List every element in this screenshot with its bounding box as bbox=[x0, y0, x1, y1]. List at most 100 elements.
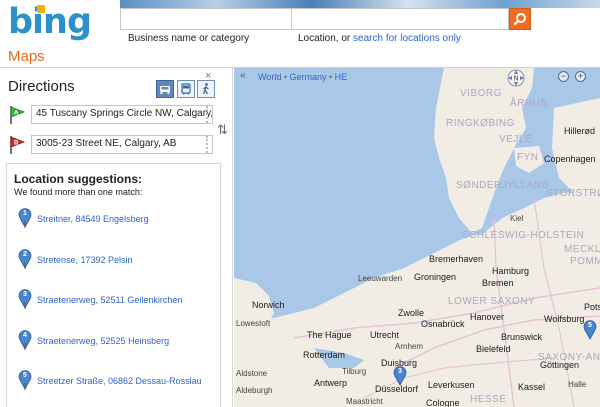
compass-label: N bbox=[514, 76, 519, 83]
suggestion-number: 3 bbox=[23, 291, 27, 298]
zoom-in-button[interactable]: + bbox=[575, 71, 586, 82]
city-label: Hillerød bbox=[564, 126, 596, 136]
start-flag-icon: A bbox=[10, 106, 26, 124]
city-label: Brunswick bbox=[501, 332, 543, 342]
suggestion-link[interactable]: Streetzer Straße, 06862 Dessau-Rosslau bbox=[37, 376, 202, 386]
directions-title: Directions bbox=[8, 78, 75, 95]
location-search-hint: Location, or search for locations only bbox=[298, 33, 461, 44]
walk-icon bbox=[202, 83, 209, 95]
city-label: Zwolle bbox=[398, 308, 425, 318]
search-button[interactable] bbox=[509, 8, 531, 30]
city-label: Rotterdam bbox=[303, 350, 346, 360]
city-label: Cologne bbox=[426, 398, 460, 407]
region-label: HESSE bbox=[470, 394, 507, 405]
city-label: Tilburg bbox=[342, 367, 367, 376]
city-label: Copenhagen bbox=[544, 154, 596, 164]
city-label: Potsd bbox=[584, 302, 600, 312]
header: bing Business name or category Location,… bbox=[0, 0, 600, 68]
city-label: Lowestoft bbox=[236, 319, 271, 328]
suggestion-link[interactable]: Streitner, 84549 Engelsberg bbox=[37, 214, 149, 224]
header-banner-image bbox=[120, 0, 600, 8]
map-pin-icon[interactable]: 5 bbox=[583, 320, 597, 340]
region-label: MECKLENB bbox=[564, 244, 600, 255]
location-hint-text: Location, or bbox=[298, 33, 351, 44]
city-label: Kiel bbox=[510, 214, 524, 223]
swap-route-icon[interactable]: ⇅ bbox=[217, 122, 228, 138]
city-label: Groningen bbox=[414, 272, 457, 282]
region-label: STORSTRØM bbox=[546, 188, 600, 199]
map-pin-number: 3 bbox=[398, 368, 402, 375]
drag-handle-icon[interactable] bbox=[206, 136, 212, 153]
suggestion-link[interactable]: Stretense, 17392 Pelsin bbox=[37, 255, 133, 265]
region-label: SCHLESWIG-HOLSTEIN bbox=[462, 230, 585, 241]
suggestion-link[interactable]: Straetenerweg, 52511 Geilenkirchen bbox=[37, 295, 182, 305]
map-pin-number: 5 bbox=[588, 322, 592, 329]
suggestion-number: 1 bbox=[23, 210, 27, 217]
city-label: Hamburg bbox=[492, 266, 530, 276]
transit-mode-button[interactable] bbox=[177, 80, 195, 98]
city-label: Bremerhaven bbox=[429, 254, 484, 264]
city-label: Arnhem bbox=[395, 342, 424, 351]
drive-mode-button[interactable] bbox=[156, 80, 174, 98]
walk-mode-button[interactable] bbox=[197, 80, 215, 98]
drag-handle-icon[interactable] bbox=[206, 106, 212, 123]
city-label: Maastricht bbox=[346, 397, 383, 406]
logo-dot bbox=[37, 5, 45, 13]
start-location-input[interactable]: 45 Tuscany Springs Circle NW, Calgary, A bbox=[31, 105, 213, 124]
city-label: Kassel bbox=[518, 382, 546, 392]
city-label: Wolfsburg bbox=[544, 314, 585, 324]
suggestions-subtitle: We found more than one match: bbox=[14, 187, 143, 197]
city-label: Bielefeld bbox=[476, 344, 511, 354]
city-label: Osnabrück bbox=[421, 319, 465, 329]
svg-text:B: B bbox=[14, 141, 19, 147]
region-label: RINGKØBING bbox=[446, 118, 515, 129]
end-flag-icon: B bbox=[10, 136, 26, 154]
city-label: Norwich bbox=[252, 300, 285, 310]
city-label: Leeuwarden bbox=[358, 274, 403, 283]
collapse-panel-icon[interactable]: « bbox=[240, 70, 246, 81]
suggestion-pin-icon: 2 bbox=[18, 249, 32, 269]
car-icon bbox=[160, 86, 170, 94]
suggestion-number: 4 bbox=[23, 332, 27, 339]
region-label: SØNDERJYLLAND bbox=[456, 180, 550, 191]
city-label: The Hague bbox=[307, 330, 352, 340]
bing-logo[interactable]: bing bbox=[8, 2, 92, 42]
location-suggestions: Location suggestions: We found more than… bbox=[6, 163, 221, 407]
city-label: Bremen bbox=[482, 278, 514, 288]
compass-icon[interactable]: N bbox=[501, 68, 531, 88]
region-label: VEJLE bbox=[499, 134, 533, 145]
section-title: Maps bbox=[8, 48, 45, 65]
region-label: POMMERN bbox=[570, 256, 600, 267]
business-search-input[interactable] bbox=[120, 8, 291, 30]
search-icon bbox=[513, 13, 526, 26]
city-label: Hanover bbox=[470, 312, 505, 322]
map-canvas[interactable]: « World • Germany • HE N − + VIBORG ÅRHU… bbox=[234, 68, 600, 407]
suggestion-number: 5 bbox=[23, 372, 27, 379]
breadcrumb-he[interactable]: HE bbox=[335, 72, 348, 82]
map-pin-icon[interactable]: 3 bbox=[393, 366, 407, 386]
city-label: Aldeburgh bbox=[236, 386, 273, 395]
directions-panel: Directions × A 45 Tuscany Springs Circle… bbox=[0, 68, 233, 407]
breadcrumb-germany[interactable]: Germany bbox=[290, 72, 327, 82]
location-search-input[interactable] bbox=[291, 8, 509, 30]
city-label: Halle bbox=[568, 380, 587, 389]
breadcrumb-world[interactable]: World bbox=[258, 72, 281, 82]
suggestion-pin-icon: 3 bbox=[18, 289, 32, 309]
map-breadcrumb: World • Germany • HE bbox=[258, 72, 348, 82]
region-label: VIBORG bbox=[460, 88, 502, 99]
city-label: Aldstone bbox=[236, 369, 268, 378]
suggestion-pin-icon: 1 bbox=[18, 208, 32, 228]
end-location-input[interactable]: 3005-23 Street NE, Calgary, AB bbox=[31, 135, 213, 154]
locations-only-link[interactable]: search for locations only bbox=[353, 33, 461, 44]
zoom-out-button[interactable]: − bbox=[558, 71, 569, 82]
business-search-hint: Business name or category bbox=[128, 33, 250, 44]
suggestion-pin-icon: 4 bbox=[18, 330, 32, 350]
svg-text:A: A bbox=[14, 111, 19, 117]
city-label: Antwerp bbox=[314, 378, 348, 388]
city-label: Göttingen bbox=[540, 360, 580, 370]
suggestion-number: 2 bbox=[23, 251, 27, 258]
suggestion-pin-icon: 5 bbox=[18, 370, 32, 390]
suggestion-link[interactable]: Straetenerweg, 52525 Heinsberg bbox=[37, 336, 169, 346]
city-label: Leverkusen bbox=[428, 380, 475, 390]
city-label: Utrecht bbox=[370, 330, 400, 340]
